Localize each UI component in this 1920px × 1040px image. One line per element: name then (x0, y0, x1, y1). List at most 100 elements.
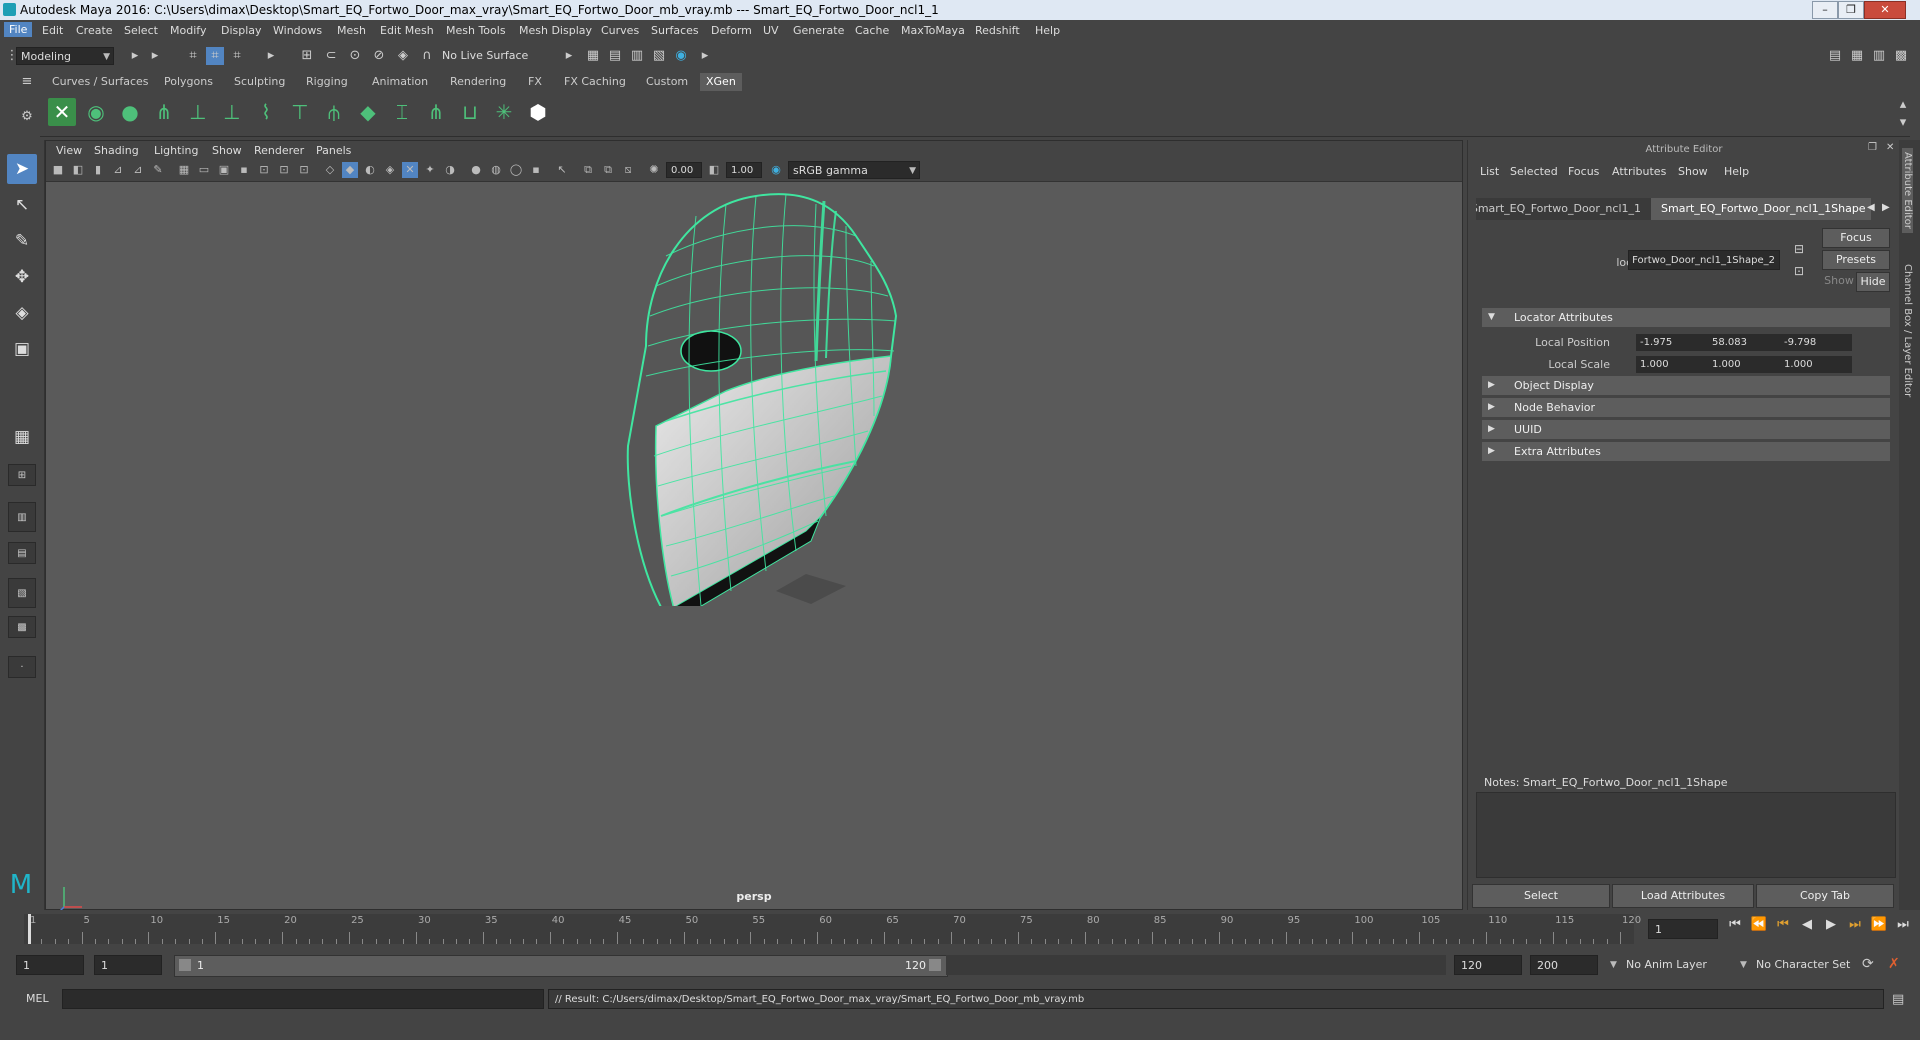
menu-edit[interactable]: Edit (42, 24, 63, 37)
shelf-scroll-up-icon[interactable]: ▴ (1894, 96, 1912, 114)
command-input[interactable] (62, 989, 544, 1009)
close-button[interactable]: ✕ (1864, 1, 1906, 19)
hypershade-layout-icon[interactable]: ▩ (8, 616, 36, 638)
tab-fx-caching[interactable]: FX Caching (558, 73, 632, 91)
tab-shape-node[interactable]: Smart_EQ_Fortwo_Door_ncl1_1Shape (1651, 198, 1871, 220)
side-tab-attribute-editor[interactable]: Attribute Editor (1902, 148, 1913, 233)
menu-edit-mesh[interactable]: Edit Mesh (380, 24, 434, 37)
input-connections-icon[interactable]: ⊟ (1794, 242, 1810, 258)
local-position-y[interactable]: 58.083 (1708, 334, 1780, 351)
xray-components-icon[interactable]: ⧉ (600, 162, 616, 178)
snap-curve-icon[interactable]: ⊂ (322, 47, 340, 65)
menu-mesh-display[interactable]: Mesh Display (519, 24, 592, 37)
paint-select-tool-icon[interactable]: ✎ (7, 226, 37, 256)
section-object-display[interactable]: ▶ Object Display (1482, 376, 1890, 395)
select-component-icon[interactable]: ⌗ (228, 47, 246, 65)
tab-animation[interactable]: Animation (366, 73, 434, 91)
section-extra-attributes[interactable]: ▶ Extra Attributes (1482, 442, 1890, 461)
bookmark-icon[interactable]: ▮ (90, 162, 106, 178)
xgen-comb-icon[interactable]: ⫛ (320, 98, 348, 126)
show-button[interactable]: Show (1822, 272, 1856, 292)
notes-textarea[interactable] (1476, 792, 1896, 878)
resolution-gate-icon[interactable]: ▣ (216, 162, 232, 178)
snap-point-icon[interactable]: ⊙ (346, 47, 364, 65)
mode-selector[interactable]: Modeling ▼ (16, 47, 114, 65)
render-current-icon[interactable]: ▤ (606, 47, 624, 65)
tab-sculpting[interactable]: Sculpting (228, 73, 291, 91)
lasso-tool-icon[interactable]: ↖ (7, 190, 37, 220)
shelf-menu-icon[interactable]: ≡ (18, 73, 36, 91)
open-scene-icon[interactable]: ▸ (126, 47, 144, 65)
playback-start-field[interactable]: 1 (94, 955, 162, 975)
xgen-editor-icon[interactable]: ✕ (48, 98, 76, 126)
animation-start-field[interactable]: 1 (16, 955, 84, 975)
menu-mesh-tools[interactable]: Mesh Tools (446, 24, 506, 37)
2d-pan-zoom-icon[interactable]: ⊿ (130, 162, 146, 178)
shelf-settings-icon[interactable]: ⚙ (18, 96, 38, 136)
step-back-icon[interactable]: ⏪ (1750, 917, 1768, 932)
xgen-smooth-icon[interactable]: ⊔ (456, 98, 484, 126)
menu-generate[interactable]: Generate (793, 24, 844, 37)
tab-prev-icon[interactable]: ◀ (1867, 202, 1875, 213)
local-position-x[interactable]: -1.975 (1636, 334, 1708, 351)
hypershade-icon[interactable]: ◉ (672, 47, 690, 65)
close-panel-icon[interactable]: ✕ (1886, 142, 1894, 153)
outliner-icon[interactable]: ▦ (1848, 47, 1866, 65)
depth-of-field-icon[interactable]: ◯ (508, 162, 524, 178)
step-forward-icon[interactable]: ⏩ (1870, 917, 1888, 932)
menu-deform[interactable]: Deform (711, 24, 752, 37)
select-hierarchy-icon[interactable]: ⌗ (184, 47, 202, 65)
xgen-cut-icon[interactable]: ⋔ (422, 98, 450, 126)
xgen-preview-icon[interactable]: ◉ (82, 98, 110, 126)
menu-mesh[interactable]: Mesh (337, 24, 366, 37)
panel-menu-show[interactable]: Show (212, 144, 242, 157)
panel-menu-lighting[interactable]: Lighting (154, 144, 198, 157)
camera-attributes-icon[interactable]: ◧ (70, 162, 86, 178)
xray-joints-icon[interactable]: ⧉ (580, 162, 596, 178)
snap-view-icon[interactable]: ⊘ (370, 47, 388, 65)
hide-button[interactable]: Hide (1856, 272, 1890, 292)
safe-action-icon[interactable]: ⊡ (276, 162, 292, 178)
go-to-end-icon[interactable]: ⏭ (1894, 917, 1912, 932)
color-management-icon[interactable]: ◉ (768, 162, 784, 178)
menu-maxtomaya[interactable]: MaxToMaya (901, 24, 965, 37)
script-editor-icon[interactable]: ▤ (1892, 992, 1904, 1007)
local-position-z[interactable]: -9.798 (1780, 334, 1852, 351)
shadows-icon[interactable]: ✦ (422, 162, 438, 178)
ae-menu-focus[interactable]: Focus (1568, 165, 1599, 178)
render-settings-icon[interactable]: ▧ (650, 47, 668, 65)
menu-surfaces[interactable]: Surfaces (651, 24, 699, 37)
camera-icon[interactable]: ■ (50, 162, 66, 178)
color-space-dropdown[interactable]: sRGB gamma ▼ (788, 161, 920, 179)
history-icon[interactable]: ▸ (560, 47, 578, 65)
go-to-start-icon[interactable]: ⏮ (1726, 917, 1744, 932)
menu-uv[interactable]: UV (763, 24, 779, 37)
section-uuid[interactable]: ▶ UUID (1482, 420, 1890, 439)
menu-curves[interactable]: Curves (601, 24, 639, 37)
graph-layout-icon[interactable]: ▧ (8, 578, 36, 608)
menu-file[interactable]: File (4, 22, 33, 37)
xgen-hex-icon[interactable]: ⬢ (524, 98, 552, 126)
render-view-icon[interactable]: ▦ (584, 47, 602, 65)
isolate-select-icon[interactable]: ▪ (528, 162, 544, 178)
focus-button[interactable]: Focus (1822, 228, 1890, 248)
presets-button[interactable]: Presets (1822, 250, 1890, 270)
animation-end-field[interactable]: 200 (1530, 955, 1598, 975)
four-view-layout-icon[interactable]: ⊞ (8, 464, 36, 486)
motion-blur-icon[interactable]: ● (468, 162, 484, 178)
exposure-field[interactable]: 0.00 (666, 162, 702, 178)
layout-icon[interactable]: ▩ (1892, 47, 1910, 65)
tab-polygons[interactable]: Polygons (158, 73, 219, 91)
menu-display[interactable]: Display (221, 24, 262, 37)
local-scale-y[interactable]: 1.000 (1708, 356, 1780, 373)
rotate-tool-icon[interactable]: ◈ (7, 298, 37, 328)
ipr-render-icon[interactable]: ▥ (628, 47, 646, 65)
ae-menu-show[interactable]: Show (1678, 165, 1708, 178)
local-scale-x[interactable]: 1.000 (1636, 356, 1708, 373)
section-node-behavior[interactable]: ▶ Node Behavior (1482, 398, 1890, 417)
image-plane-icon[interactable]: ⊿ (110, 162, 126, 178)
door-model[interactable] (606, 186, 966, 606)
wireframe-on-shaded-icon[interactable]: ◐ (362, 162, 378, 178)
node-name-field[interactable]: 2_Fortwo_Door_ncl1_1Shape (1628, 250, 1780, 270)
ae-menu-help[interactable]: Help (1724, 165, 1749, 178)
